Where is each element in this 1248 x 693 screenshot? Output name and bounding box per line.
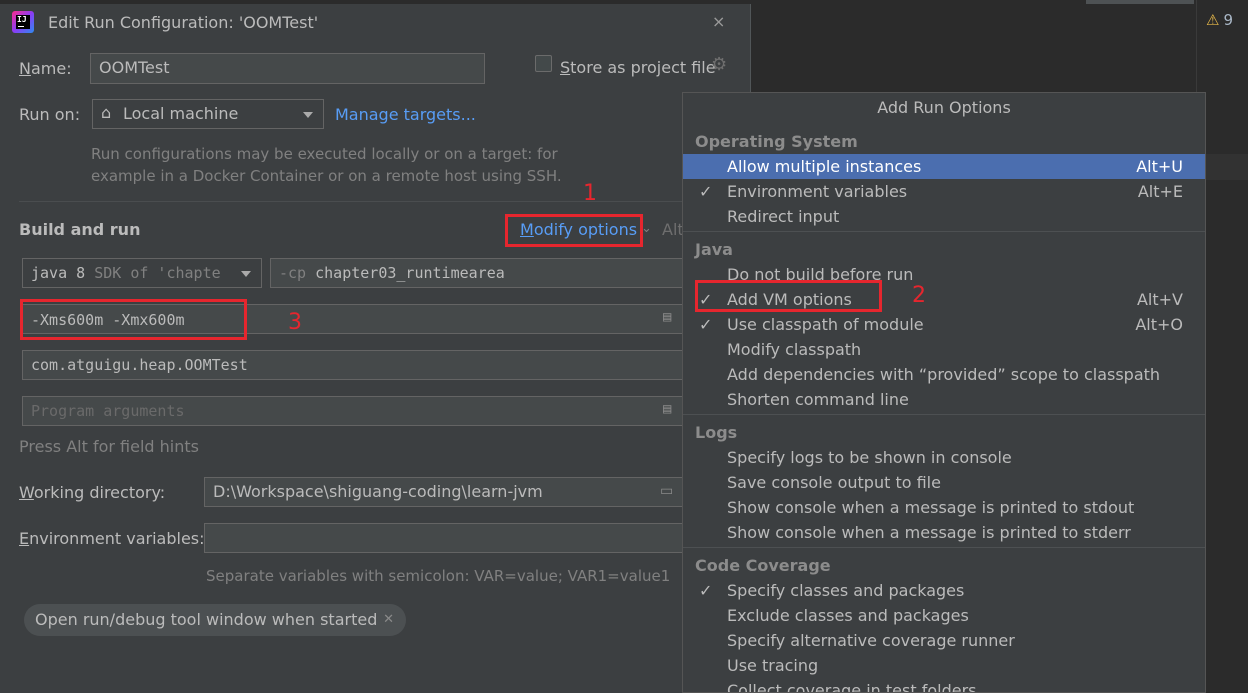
chevron-down-icon bbox=[303, 112, 313, 118]
close-icon[interactable]: ✕ bbox=[383, 612, 394, 627]
working-directory-input[interactable]: D:\Workspace\shiguang-coding\learn-jvm ▭ bbox=[204, 477, 690, 507]
run-on-dropdown[interactable]: ⌂ Local machine bbox=[92, 99, 324, 129]
menu-item-label: Environment variables bbox=[727, 182, 908, 201]
menu-item[interactable]: Show console when a message is printed t… bbox=[683, 520, 1205, 545]
annotation-box-add-vm-options bbox=[695, 280, 882, 312]
store-as-project-file-checkbox[interactable] bbox=[535, 55, 552, 72]
gear-icon[interactable]: ⚙ bbox=[711, 54, 727, 75]
menu-group-header: Code Coverage bbox=[695, 556, 831, 575]
run-on-label: Run on: bbox=[19, 105, 81, 124]
intellij-icon: IJ bbox=[12, 11, 34, 33]
environment-variables-input[interactable] bbox=[204, 523, 690, 553]
menu-group-header: Operating System bbox=[695, 132, 858, 151]
name-input[interactable]: OOMTest bbox=[90, 53, 485, 84]
menu-item[interactable]: Save console output to file bbox=[683, 470, 1205, 495]
menu-item-label: Add dependencies with “provided” scope t… bbox=[727, 365, 1161, 384]
annotation-number-3: 3 bbox=[288, 310, 302, 335]
menu-item[interactable]: Modify classpath bbox=[683, 337, 1205, 362]
menu-item[interactable]: Show console when a message is printed t… bbox=[683, 495, 1205, 520]
annotation-box-vm-options bbox=[20, 299, 247, 340]
add-run-options-popup: Add Run Options Operating System Allow mu… bbox=[682, 92, 1206, 693]
menu-group-header: Java bbox=[695, 240, 733, 259]
menu-item[interactable]: Specify logs to be shown in console bbox=[683, 445, 1205, 470]
menu-item[interactable]: Use tracing bbox=[683, 653, 1205, 678]
manage-targets-link[interactable]: Manage targets... bbox=[335, 105, 476, 124]
build-and-run-title: Build and run bbox=[19, 220, 141, 239]
menu-item-label: Collect coverage in test folders bbox=[727, 681, 977, 693]
store-as-project-file-label[interactable]: Store as project file bbox=[560, 58, 716, 77]
menu-item-label: Save console output to file bbox=[727, 473, 941, 492]
check-icon: ✓ bbox=[699, 182, 713, 201]
cp-value: chapter03_runtimearea bbox=[315, 264, 505, 282]
menu-item-shortcut: Alt+O bbox=[1135, 315, 1183, 334]
menu-group-header: Logs bbox=[695, 423, 738, 442]
annotation-number-2: 2 bbox=[912, 283, 926, 308]
menu-separator bbox=[683, 547, 1205, 548]
sdk-hint: SDK of 'chapte bbox=[94, 264, 221, 282]
menu-item[interactable]: ✓ Use classpath of module Alt+O bbox=[683, 312, 1205, 337]
menu-item-label: Use tracing bbox=[727, 656, 819, 675]
annotation-number-1: 1 bbox=[583, 181, 597, 206]
menu-item[interactable]: ✓ Specify classes and packages bbox=[683, 578, 1205, 603]
check-icon: ✓ bbox=[699, 581, 713, 600]
close-icon[interactable]: × bbox=[712, 12, 725, 31]
open-tool-window-chip[interactable]: Open run/debug tool window when started … bbox=[24, 604, 406, 636]
main-class-input[interactable]: com.atguigu.heap.OOMTest bbox=[22, 350, 690, 380]
menu-item[interactable]: ✓ Environment variables Alt+E bbox=[683, 179, 1205, 204]
menu-item-label: Shorten command line bbox=[727, 390, 909, 409]
expand-editor-icon[interactable]: ▤ bbox=[663, 401, 671, 417]
menu-item[interactable]: Add dependencies with “provided” scope t… bbox=[683, 362, 1205, 387]
menu-item[interactable]: Specify alternative coverage runner bbox=[683, 628, 1205, 653]
menu-item-label: Specify alternative coverage runner bbox=[727, 631, 1015, 650]
warning-count[interactable]: ⚠ 9 bbox=[1206, 11, 1233, 29]
menu-item-label: Redirect input bbox=[727, 207, 840, 226]
program-arguments-placeholder: Program arguments bbox=[31, 402, 185, 420]
menu-item-label: Show console when a message is printed t… bbox=[727, 523, 1131, 542]
sdk-value: java 8 bbox=[31, 264, 86, 282]
menu-item-label: Specify logs to be shown in console bbox=[727, 448, 1012, 467]
cp-prefix: -cp bbox=[279, 264, 307, 282]
field-hints-text: Press Alt for field hints bbox=[19, 437, 199, 456]
sdk-dropdown[interactable]: java 8 SDK of 'chapte bbox=[22, 258, 262, 288]
home-icon: ⌂ bbox=[101, 103, 112, 122]
environment-variables-label: Environment variables: bbox=[19, 529, 205, 548]
chip-label: Open run/debug tool window when started bbox=[35, 610, 378, 629]
editor-tab-strip bbox=[1086, 0, 1194, 4]
dialog-title-bar: IJ Edit Run Configuration: 'OOMTest' × bbox=[0, 4, 750, 42]
menu-item-label: Show console when a message is printed t… bbox=[727, 498, 1135, 517]
menu-item-label: Specify classes and packages bbox=[727, 581, 965, 600]
menu-item[interactable]: Collect coverage in test folders bbox=[683, 678, 1205, 693]
program-arguments-input[interactable]: Program arguments ▤ bbox=[22, 396, 690, 426]
working-directory-value: D:\Workspace\shiguang-coding\learn-jvm bbox=[213, 482, 543, 501]
menu-item-shortcut: Alt+E bbox=[1137, 182, 1183, 201]
warning-icon: ⚠ bbox=[1206, 11, 1220, 29]
menu-separator bbox=[683, 414, 1205, 415]
name-label: Name: bbox=[19, 59, 72, 78]
menu-item-label: Allow multiple instances bbox=[727, 157, 922, 176]
run-on-hint-line1: Run configurations may be executed local… bbox=[91, 145, 558, 163]
menu-separator bbox=[683, 231, 1205, 232]
folder-icon[interactable]: ▭ bbox=[660, 483, 673, 499]
menu-item[interactable]: Exclude classes and packages bbox=[683, 603, 1205, 628]
dialog-title: Edit Run Configuration: 'OOMTest' bbox=[48, 13, 319, 32]
menu-item-label: Use classpath of module bbox=[727, 315, 924, 334]
working-directory-label: Working directory: bbox=[19, 483, 166, 502]
run-on-hint-line2: example in a Docker Container or on a re… bbox=[91, 167, 562, 185]
annotation-box-modify-options bbox=[505, 214, 643, 247]
menu-item-label: Exclude classes and packages bbox=[727, 606, 969, 625]
menu-item[interactable]: Shorten command line bbox=[683, 387, 1205, 412]
menu-item[interactable]: Redirect input bbox=[683, 204, 1205, 229]
check-icon: ✓ bbox=[699, 315, 713, 334]
expand-editor-icon[interactable]: ▤ bbox=[663, 309, 671, 325]
popup-title: Add Run Options bbox=[683, 93, 1205, 123]
environment-variables-hint: Separate variables with semicolon: VAR=v… bbox=[206, 567, 671, 585]
menu-item-label: Modify classpath bbox=[727, 340, 862, 359]
run-on-value: Local machine bbox=[123, 104, 239, 123]
modify-options-shortcut: Alt bbox=[662, 220, 684, 239]
menu-item[interactable]: Allow multiple instances Alt+U bbox=[683, 154, 1205, 179]
menu-item-shortcut: Alt+V bbox=[1136, 290, 1183, 309]
classpath-module-field[interactable]: -cp chapter03_runtimearea bbox=[270, 258, 690, 288]
menu-item-shortcut: Alt+U bbox=[1136, 157, 1183, 176]
chevron-down-icon bbox=[241, 271, 251, 277]
